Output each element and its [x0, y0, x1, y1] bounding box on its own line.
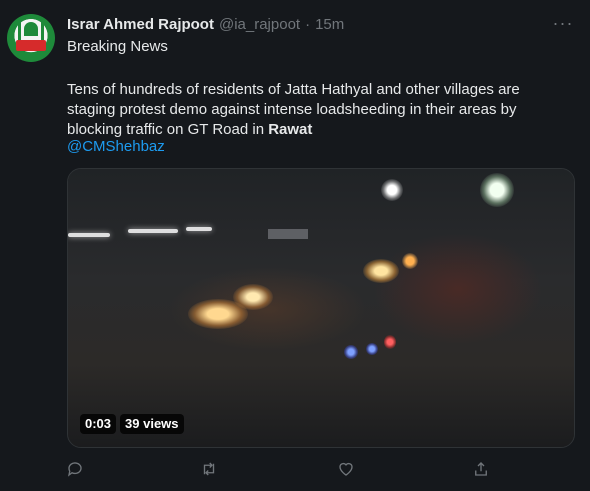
avatar-minaret-left	[18, 20, 21, 40]
share-icon[interactable]	[470, 458, 492, 480]
tweet[interactable]: Israr Ahmed Rajpoot @ia_rajpoot · 15m ··…	[0, 0, 590, 491]
video-overlay: 0:03 39 views	[80, 414, 184, 434]
tweet-body-bold: Rawat	[268, 121, 313, 138]
avatar[interactable]	[7, 14, 55, 62]
reply-icon[interactable]	[64, 458, 86, 480]
video-player[interactable]: 0:03 39 views	[67, 168, 575, 448]
tweet-actions	[0, 458, 590, 480]
mention-link[interactable]: @CMShehbaz	[67, 137, 165, 157]
light-streak	[186, 227, 212, 231]
vehicle-light	[363, 259, 399, 283]
tweet-header: Israr Ahmed Rajpoot @ia_rajpoot · 15m	[67, 14, 344, 34]
author-name[interactable]: Israr Ahmed Rajpoot	[67, 16, 214, 33]
tweet-first-line: Breaking News	[67, 38, 168, 55]
distant-building	[268, 229, 308, 239]
light-streak	[128, 229, 178, 233]
street-light	[381, 179, 403, 201]
author-handle[interactable]: @ia_rajpoot	[219, 16, 300, 33]
street-light	[480, 173, 514, 207]
avatar-dome	[24, 22, 38, 36]
tweet-body: Tens of hundreds of residents of Jatta H…	[67, 80, 572, 140]
avatar-minaret-right	[41, 20, 44, 40]
avatar-banner	[16, 40, 46, 51]
heart-icon[interactable]	[335, 458, 357, 480]
video-frame	[68, 169, 574, 447]
light-streak	[68, 233, 110, 237]
video-views: 39 views	[120, 414, 184, 434]
police-light-blue	[366, 343, 378, 355]
retweet-icon[interactable]	[198, 458, 220, 480]
fire-glow	[233, 284, 273, 310]
vehicle-light	[402, 253, 418, 269]
police-light-blue	[344, 345, 358, 359]
police-light-red	[384, 335, 396, 349]
video-duration: 0:03	[80, 414, 117, 434]
separator-dot: ·	[305, 15, 311, 33]
more-icon[interactable]: ···	[552, 13, 574, 33]
tweet-time[interactable]: 15m	[315, 16, 344, 33]
